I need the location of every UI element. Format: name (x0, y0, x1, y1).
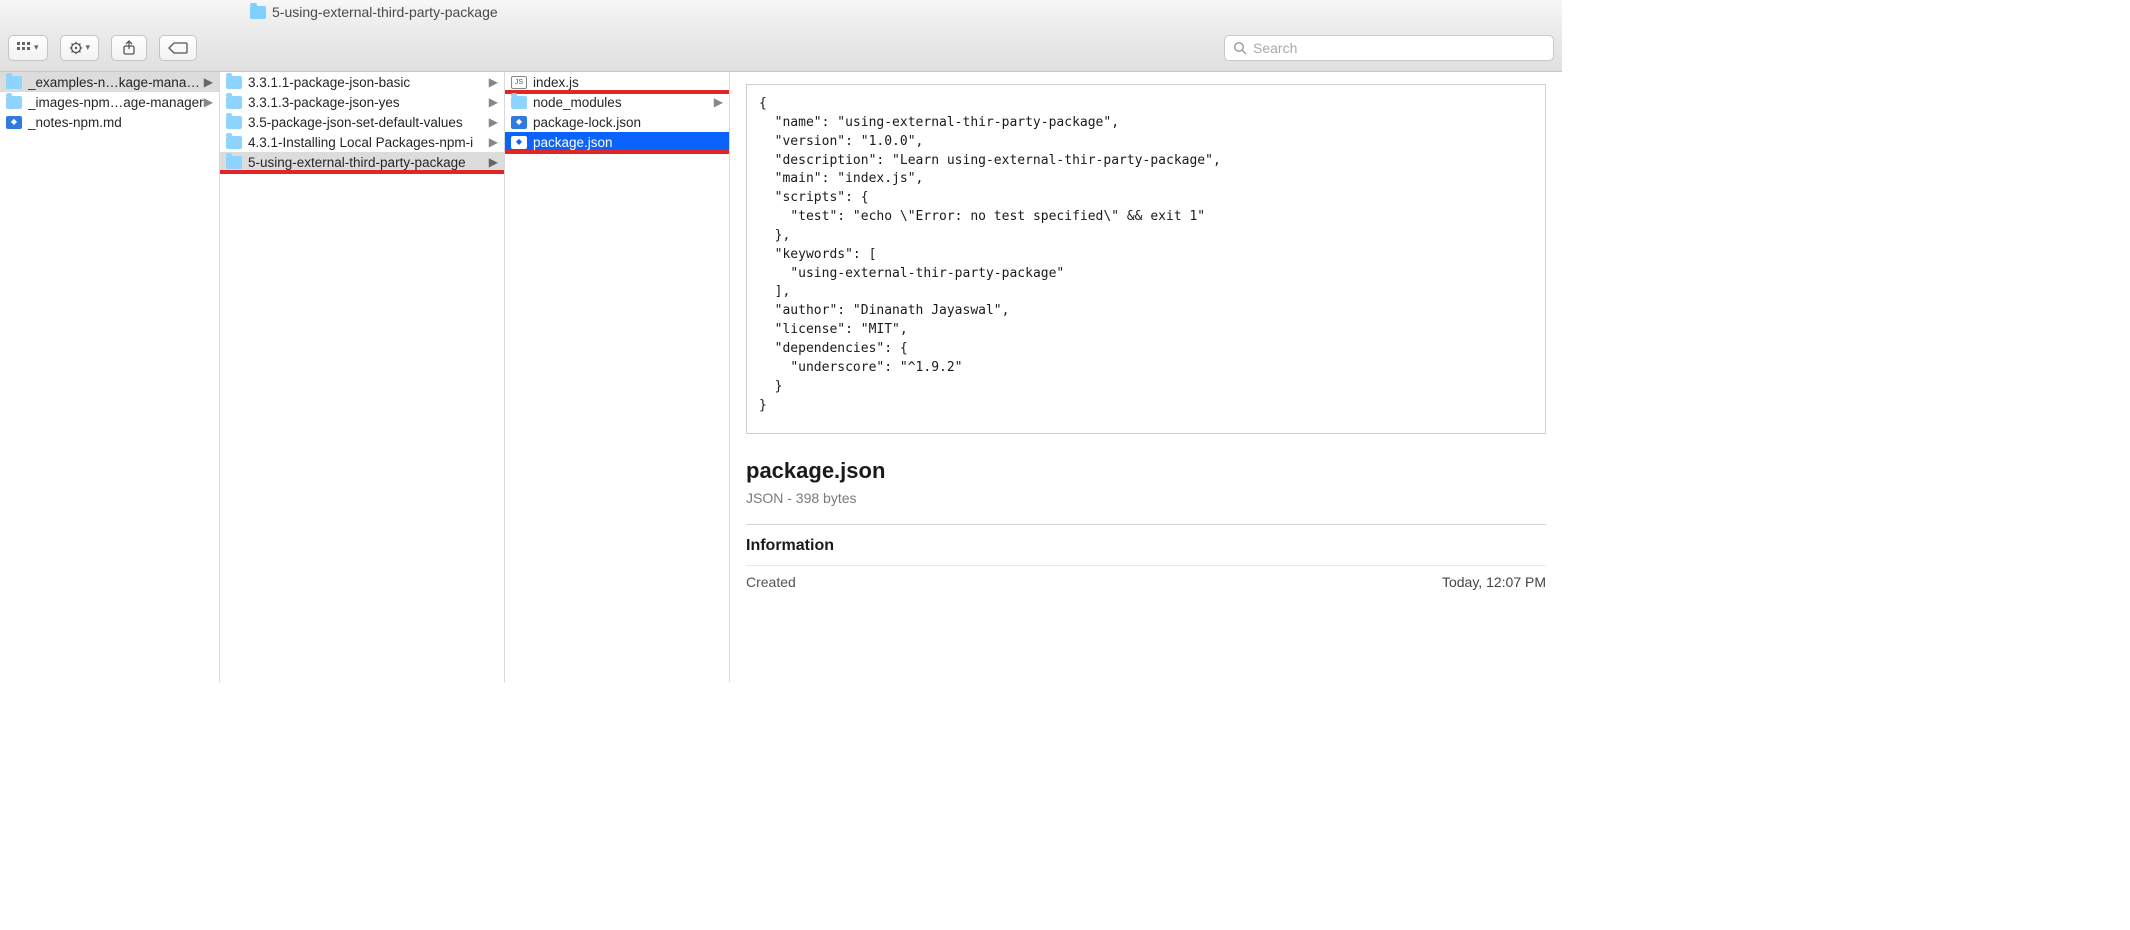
item-label: package-lock.json (533, 115, 723, 130)
item-label: 3.3.1.3-package-json-yes (248, 95, 489, 110)
item-label: 3.5-package-json-set-default-values (248, 115, 489, 130)
item-label: _examples-n…kage-manager (28, 75, 204, 90)
folder-icon (511, 96, 527, 109)
view-mode-button[interactable]: ▾ (8, 35, 48, 61)
vscode-file-icon (511, 116, 527, 129)
folder-icon (6, 96, 22, 109)
item-label: 5-using-external-third-party-package (248, 155, 489, 170)
folder-icon (226, 156, 242, 169)
chevron-right-icon: ▶ (489, 75, 498, 89)
search-icon (1233, 41, 1247, 55)
list-item[interactable]: 3.3.1.1-package-json-basic▶ (220, 72, 504, 92)
action-menu-button[interactable]: ▾ (60, 35, 100, 61)
chevron-down-icon: ▾ (34, 42, 39, 53)
vscode-file-icon (6, 116, 22, 129)
chevron-right-icon: ▶ (489, 135, 498, 149)
list-item[interactable]: _examples-n…kage-manager▶ (0, 72, 219, 92)
folder-icon (250, 6, 266, 19)
folder-icon (226, 136, 242, 149)
list-item[interactable]: 5-using-external-third-party-package▶ (220, 152, 504, 172)
search-field[interactable] (1224, 35, 1554, 61)
list-item[interactable]: _notes-npm.md (0, 112, 219, 132)
window-titlebar: 5-using-external-third-party-package (0, 0, 1562, 24)
item-label: 4.3.1-Installing Local Packages-npm-i (248, 135, 489, 150)
column-2[interactable]: 3.3.1.1-package-json-basic▶3.3.1.3-packa… (220, 72, 505, 682)
folder-icon (226, 116, 242, 129)
column-3[interactable]: JS index.js node_modules▶ package-lock.json… (505, 72, 730, 682)
item-label: index.js (533, 75, 723, 90)
chevron-right-icon: ▶ (204, 75, 213, 89)
column-1[interactable]: _examples-n…kage-manager▶_images-npm…age… (0, 72, 220, 682)
annotation-underline (220, 170, 504, 174)
list-item[interactable]: package-lock.json (505, 112, 729, 132)
list-item[interactable]: node_modules▶ (505, 92, 729, 112)
share-button[interactable] (111, 35, 147, 61)
info-created-row: Created Today, 12:07 PM (746, 565, 1546, 598)
list-item[interactable]: _images-npm…age-manager▶ (0, 92, 219, 112)
preview-filename: package.json (746, 458, 1546, 484)
list-item[interactable]: 4.3.1-Installing Local Packages-npm-i▶ (220, 132, 504, 152)
window-title: 5-using-external-third-party-package (272, 4, 498, 20)
chevron-right-icon: ▶ (489, 155, 498, 169)
search-input[interactable] (1253, 40, 1545, 56)
chevron-right-icon: ▶ (489, 95, 498, 109)
item-label: package.json (533, 135, 723, 150)
preview-pane: { "name": "using-external-thir-party-pac… (730, 72, 1562, 682)
list-item[interactable]: JS index.js (505, 72, 729, 92)
chevron-right-icon: ▶ (714, 95, 723, 109)
toolbar: ▾ ▾ (0, 24, 1562, 72)
preview-subtitle: JSON - 398 bytes (746, 490, 1546, 506)
file-content-preview: { "name": "using-external-thir-party-pac… (746, 84, 1546, 434)
chevron-right-icon: ▶ (489, 115, 498, 129)
info-section-header: Information (746, 524, 1546, 555)
list-item[interactable]: 3.5-package-json-set-default-values▶ (220, 112, 504, 132)
created-value: Today, 12:07 PM (1442, 574, 1546, 590)
js-file-icon: JS (511, 76, 527, 89)
annotation-underline (505, 150, 729, 154)
list-item[interactable]: 3.3.1.3-package-json-yes▶ (220, 92, 504, 112)
chevron-right-icon: ▶ (204, 95, 213, 109)
folder-icon (6, 76, 22, 89)
vscode-file-icon (511, 136, 527, 149)
item-label: _images-npm…age-manager (28, 95, 204, 110)
created-label: Created (746, 574, 796, 590)
item-label: node_modules (533, 95, 714, 110)
chevron-down-icon: ▾ (86, 42, 91, 53)
folder-icon (226, 96, 242, 109)
item-label: 3.3.1.1-package-json-basic (248, 75, 489, 90)
tags-button[interactable] (159, 35, 197, 61)
item-label: _notes-npm.md (28, 115, 213, 130)
folder-icon (226, 76, 242, 89)
list-item[interactable]: package.json (505, 132, 729, 152)
column-browser: _examples-n…kage-manager▶_images-npm…age… (0, 72, 1562, 682)
